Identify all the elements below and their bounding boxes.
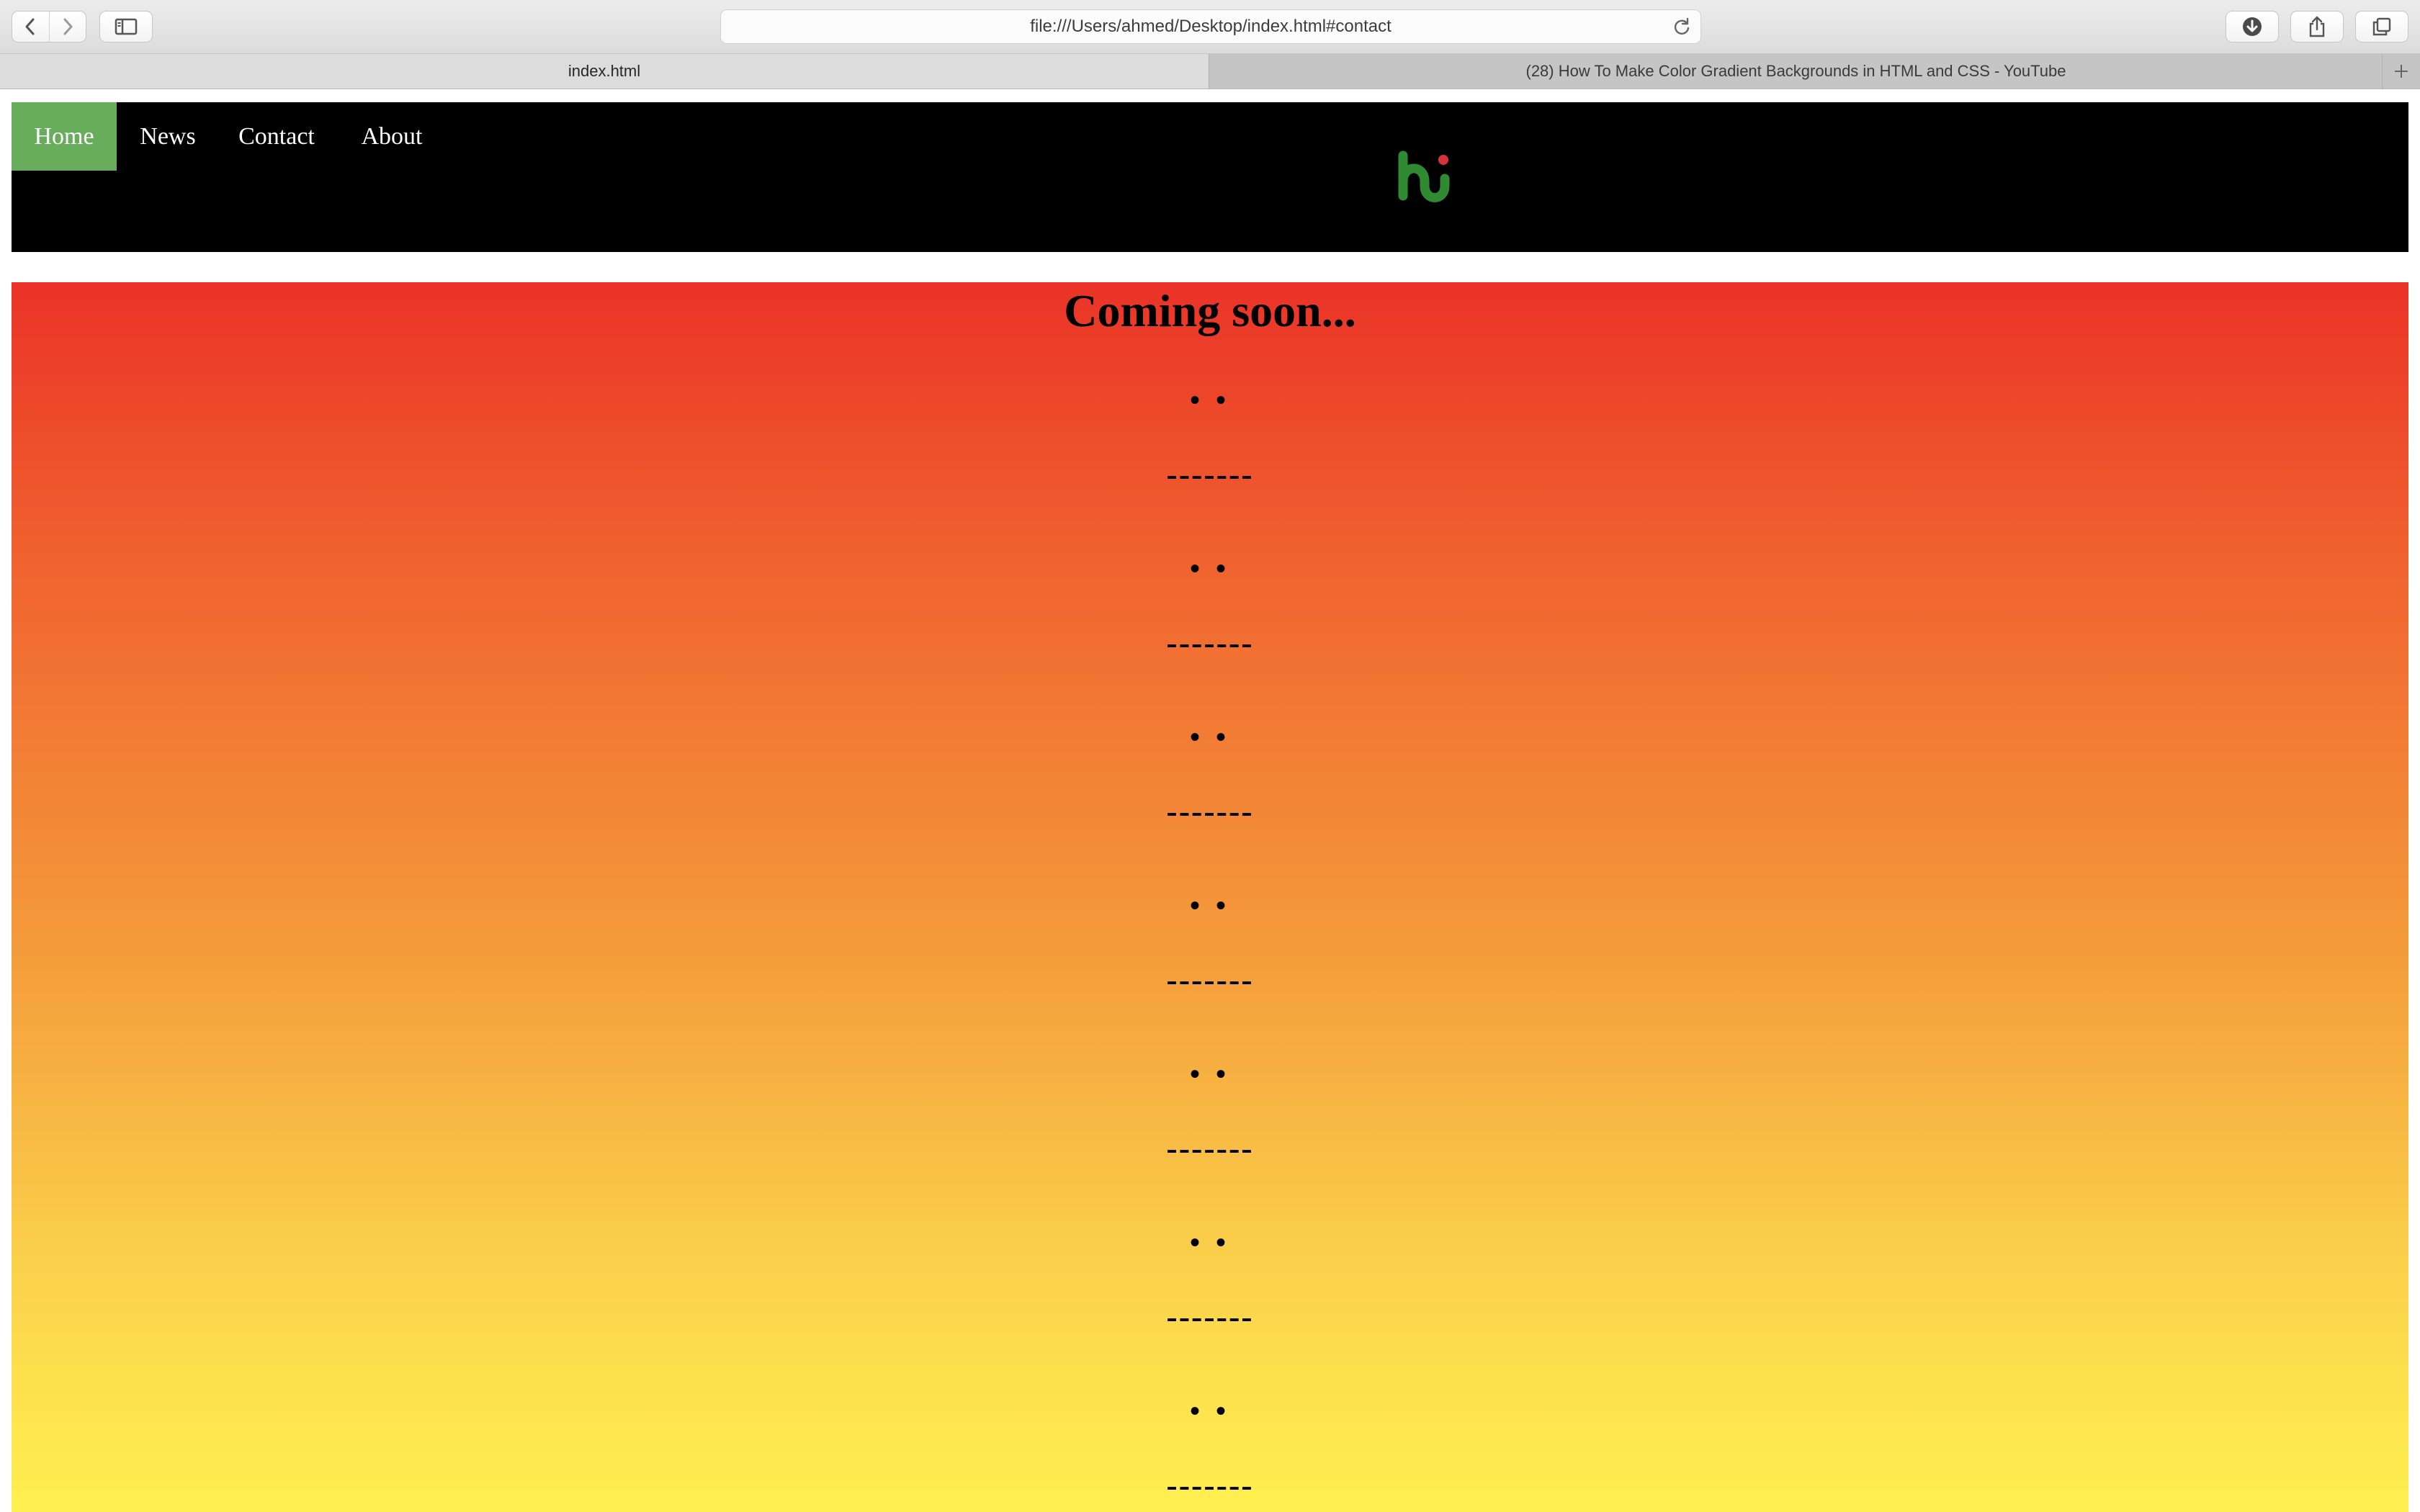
dots-line: • •	[1189, 1395, 1230, 1427]
dashes-line: -------	[1166, 793, 1254, 829]
tab-label: index.html	[568, 62, 641, 80]
address-bar[interactable]: file:///Users/ahmed/Desktop/index.html#c…	[720, 9, 1701, 44]
tab-bar: index.html (28) How To Make Color Gradie…	[0, 54, 2420, 89]
url-text: file:///Users/ahmed/Desktop/index.html#c…	[1030, 17, 1392, 36]
dots-line: • •	[1189, 889, 1230, 922]
browser-toolbar: file:///Users/ahmed/Desktop/index.html#c…	[0, 0, 2420, 54]
tab-label: (28) How To Make Color Gradient Backgrou…	[1525, 62, 2066, 80]
nav-home[interactable]: Home	[12, 102, 117, 171]
navigation-buttons	[12, 11, 86, 42]
coming-soon-section: Coming soon... • • ------- • • ------- •…	[12, 282, 2408, 1512]
dashes-line: -------	[1166, 1130, 1254, 1166]
dashes-line: -------	[1166, 961, 1254, 998]
share-button[interactable]	[2290, 11, 2344, 42]
coming-soon-heading: Coming soon...	[1064, 285, 1356, 336]
nav-news[interactable]: News	[117, 102, 219, 171]
forward-button[interactable]	[48, 12, 86, 42]
reload-icon[interactable]	[1672, 17, 1692, 37]
dashes-line: -------	[1166, 624, 1254, 661]
dashes-line: -------	[1166, 1298, 1254, 1335]
tab-index[interactable]: index.html	[0, 54, 1209, 89]
sidebar-toggle-button[interactable]	[99, 11, 153, 42]
dots-line: • •	[1189, 552, 1230, 585]
new-tab-button[interactable]	[2382, 54, 2420, 89]
dots-line: • •	[1189, 1058, 1230, 1090]
tabs-overview-icon	[2372, 17, 2391, 36]
share-icon	[2309, 16, 2325, 37]
forward-icon	[63, 18, 73, 35]
tab-youtube[interactable]: (28) How To Make Color Gradient Backgrou…	[1209, 54, 2383, 89]
back-icon	[25, 18, 35, 35]
dots-line: • •	[1189, 1226, 1230, 1259]
dots-line: • •	[1189, 721, 1230, 753]
dots-line: • •	[1189, 384, 1230, 416]
tab-overview-button[interactable]	[2355, 11, 2408, 42]
dashes-line: -------	[1166, 456, 1254, 492]
nav-contact[interactable]: Contact	[219, 102, 334, 171]
sidebar-icon	[115, 18, 138, 35]
download-icon	[2243, 17, 2262, 36]
dashes-line: -------	[1166, 1467, 1254, 1503]
site-header: Home News Contact About	[12, 102, 2408, 252]
back-button[interactable]	[12, 12, 49, 42]
site-logo	[1398, 150, 1450, 202]
downloads-button[interactable]	[2226, 11, 2279, 42]
nav-about[interactable]: About	[334, 102, 449, 171]
new-tab-icon	[2395, 65, 2408, 78]
